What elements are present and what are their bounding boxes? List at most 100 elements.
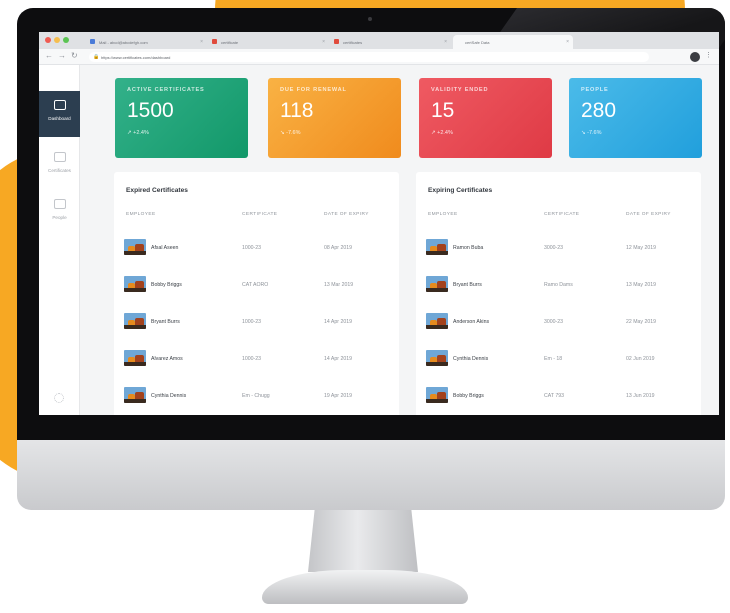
sidebar-item-label: Certificates — [48, 168, 71, 173]
window-close-button[interactable] — [45, 37, 51, 43]
sidebar-item-dashboard[interactable]: Dashboard — [39, 91, 80, 137]
column-header-certificate[interactable]: CERTIFICATE — [242, 212, 277, 217]
column-header-employee[interactable]: EMPLOYEE — [428, 212, 458, 217]
employee-photo — [426, 276, 448, 292]
sidebar-item-label: Dashboard — [48, 116, 71, 121]
stat-title: VALIDITY ENDED — [431, 87, 489, 93]
stat-value: 280 — [581, 99, 617, 122]
certificate-name: 3000-23 — [544, 319, 564, 325]
certificate-name: 1000-23 — [242, 319, 262, 325]
expiring-certificates-panel: Expiring Certificates EMPLOYEE CERTIFICA… — [416, 172, 701, 415]
column-header-certificate[interactable]: CERTIFICATE — [544, 212, 579, 217]
employee-name[interactable]: Alvarez Amos — [151, 356, 183, 362]
close-icon[interactable]: × — [322, 39, 325, 45]
table-row[interactable]: Anderson Akins 3000-23 22 May 2019 — [416, 309, 701, 345]
expiry-date: 13 Jun 2019 — [626, 393, 655, 399]
tab-title: certificate — [221, 40, 239, 45]
employee-photo — [426, 239, 448, 255]
employee-name[interactable]: Afsal Aseen — [151, 245, 178, 251]
table-row[interactable]: Afsal Aseen 1000-23 08 Apr 2019 — [114, 235, 399, 271]
more-options-icon[interactable]: ⋮ — [705, 52, 712, 60]
column-header-date[interactable]: DATE OF EXPIRY — [626, 212, 671, 217]
employee-photo — [124, 350, 146, 366]
employee-name[interactable]: Bryant Burrs — [151, 319, 180, 325]
url-input[interactable]: 🔒 https://www.certificates.com/dashboard — [89, 52, 649, 62]
lock-icon: 🔒 — [93, 54, 100, 60]
table-row[interactable]: Bobby Briggs CAT AORO 13 Mar 2019 — [114, 272, 399, 308]
sidebar-item-people[interactable]: People — [39, 190, 80, 236]
forward-icon[interactable]: → — [58, 52, 66, 60]
employee-name[interactable]: Bryant Burrs — [453, 282, 482, 288]
sidebar-item-certificates[interactable]: Certificates — [39, 143, 80, 189]
stat-delta: ↘ -7.6% — [280, 130, 301, 136]
stat-card-validity-ended[interactable]: VALIDITY ENDED 15 ↗ +2.4% — [419, 78, 552, 158]
window-maximize-button[interactable] — [63, 37, 69, 43]
browser-tab[interactable]: certificates × — [331, 35, 451, 49]
profile-avatar[interactable] — [690, 52, 700, 62]
table-row[interactable]: Cynthia Dennis Em - Chugg 19 Apr 2019 — [114, 383, 399, 415]
stat-card-due-for-renewal[interactable]: DUE FOR RENEWAL 118 ↘ -7.6% — [268, 78, 401, 158]
sidebar-item-label: People — [52, 215, 67, 220]
browser-tab[interactable]: certificate × — [209, 35, 329, 49]
table-row[interactable]: Bryant Burrs 1000-23 14 Apr 2019 — [114, 309, 399, 345]
url-text: https://www.certificates.com/dashboard — [101, 55, 171, 60]
sidebar: Dashboard Certificates People — [39, 65, 80, 415]
certificate-name: Ramo Dams — [544, 282, 573, 288]
employee-name[interactable]: Anderson Akins — [453, 319, 489, 325]
certificate-name: 3000-23 — [544, 245, 564, 251]
tab-title: certificates — [343, 40, 363, 45]
column-header-employee[interactable]: EMPLOYEE — [126, 212, 156, 217]
employee-name[interactable]: Cynthia Dennis — [151, 393, 186, 399]
back-icon[interactable]: ← — [45, 52, 53, 60]
expiry-date: 19 Apr 2019 — [324, 393, 352, 399]
expiry-date: 14 Apr 2019 — [324, 319, 352, 325]
certificate-name: CAT 793 — [544, 393, 564, 399]
mail-icon — [90, 39, 95, 44]
certificate-name: Em - 18 — [544, 356, 563, 362]
screen: Mail - abcd@abcdefgh.com × certificate ×… — [39, 32, 719, 415]
certificate-name: 1000-23 — [242, 356, 262, 362]
certificate-name: CAT AORO — [242, 282, 269, 288]
employee-name[interactable]: Bobby Briggs — [453, 393, 484, 399]
expiry-date: 14 Apr 2019 — [324, 356, 352, 362]
employee-photo — [124, 313, 146, 329]
expiry-date: 22 May 2019 — [626, 319, 656, 325]
stat-card-active-certificates[interactable]: ACTIVE CERTIFICATES 1500 ↗ +2.4% — [115, 78, 248, 158]
stat-title: PEOPLE — [581, 87, 609, 93]
stat-card-people[interactable]: PEOPLE 280 ↘ -7.6% — [569, 78, 702, 158]
site-icon — [212, 39, 217, 44]
employee-photo — [124, 239, 146, 255]
browser-tab-active[interactable]: certSafe Data × — [453, 35, 573, 49]
table-row[interactable]: Cynthia Dennis Em - 18 02 Jun 2019 — [416, 346, 701, 382]
site-icon — [334, 39, 339, 44]
employee-photo — [426, 313, 448, 329]
employee-name[interactable]: Cynthia Dennis — [453, 356, 488, 362]
employee-photo — [124, 387, 146, 403]
panel-title: Expiring Certificates — [428, 187, 493, 194]
close-icon[interactable]: × — [444, 39, 447, 45]
expiry-date: 13 Mar 2019 — [324, 282, 354, 288]
settings-icon[interactable] — [54, 393, 64, 403]
stat-delta: ↘ -7.6% — [581, 130, 602, 136]
close-icon[interactable]: × — [566, 39, 569, 45]
browser-tab[interactable]: Mail - abcd@abcdefgh.com × — [87, 35, 207, 49]
monitor-stand-base — [262, 570, 468, 604]
table-row[interactable]: Bryant Burrs Ramo Dams 13 May 2019 — [416, 272, 701, 308]
table-row[interactable]: Alvarez Amos 1000-23 14 Apr 2019 — [114, 346, 399, 382]
table-row[interactable]: Ramon Buba 3000-23 12 May 2019 — [416, 235, 701, 271]
expiry-date: 13 May 2019 — [626, 282, 656, 288]
reload-icon[interactable]: ↻ — [71, 52, 78, 60]
people-icon — [53, 199, 66, 209]
panel-title: Expired Certificates — [126, 187, 188, 194]
close-icon[interactable]: × — [200, 39, 203, 45]
tab-title: certSafe Data — [465, 40, 490, 45]
employee-photo — [426, 350, 448, 366]
window-minimize-button[interactable] — [54, 37, 60, 43]
certificate-icon — [53, 152, 66, 162]
employee-name[interactable]: Ramon Buba — [453, 245, 483, 251]
stat-value: 15 — [431, 99, 455, 122]
table-row[interactable]: Bobby Briggs CAT 793 13 Jun 2019 — [416, 383, 701, 415]
monitor-stand-neck — [308, 510, 418, 572]
column-header-date[interactable]: DATE OF EXPIRY — [324, 212, 369, 217]
employee-name[interactable]: Bobby Briggs — [151, 282, 182, 288]
